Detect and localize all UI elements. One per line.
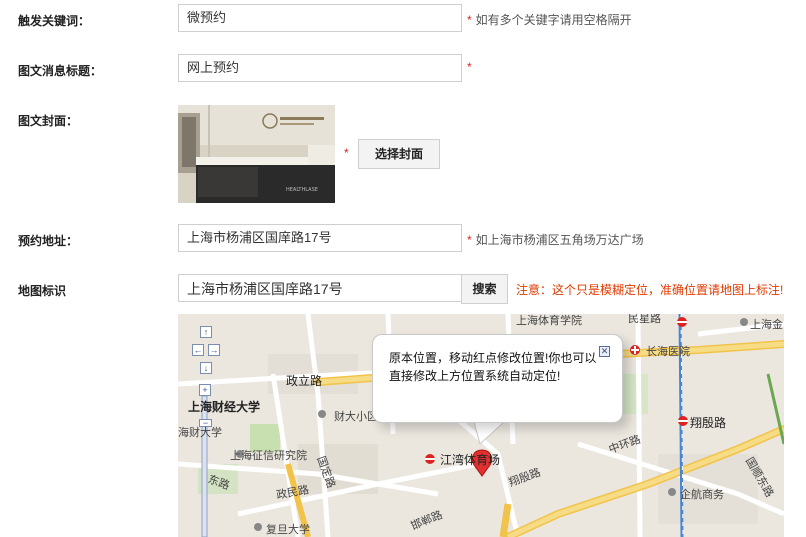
map-label-xiangyin-metro: 翔殷路 <box>690 416 727 430</box>
map-info-popup: 原本位置，移动红点修改位置!你也可以直接修改上方位置系统自动定位! ✕ <box>372 334 623 423</box>
address-label: 预约地址： <box>18 234 79 248</box>
map-label-sports-school: 上海体育学院 <box>516 315 582 327</box>
pan-up-button[interactable]: ↑ <box>200 326 212 338</box>
map-label-jiangwan: 江湾体育场 <box>440 453 501 467</box>
required-mark: * <box>467 60 472 74</box>
map-label-shangjin: 上海金 <box>750 319 783 331</box>
cover-logo-text: HEALTHLASE <box>286 187 318 193</box>
required-mark: * <box>344 146 349 160</box>
map-marker-label: 地图标识 <box>18 284 67 298</box>
choose-cover-button[interactable]: 选择封面 <box>358 139 440 169</box>
map-notice: 注意：这个只是模糊定位，准确位置请地图上标注! <box>516 283 784 297</box>
pan-down-button[interactable]: ↓ <box>200 362 212 374</box>
title-required: * <box>467 60 476 74</box>
keyword-label: 触发关键词： <box>18 14 91 28</box>
address-input[interactable]: 上海市杨浦区国庠路17号 <box>178 224 462 252</box>
cover-required: * <box>344 146 353 160</box>
pan-left-button[interactable]: ← <box>192 344 204 356</box>
keyword-hint: * 如有多个关键字请用空格隔开 <box>467 11 632 28</box>
map-label-credit: 上海征信研究院 <box>230 450 307 462</box>
map-label-qihang: 企航商务 <box>680 489 724 501</box>
popup-tail <box>473 420 506 445</box>
title-input[interactable]: 网上预约 <box>178 54 462 82</box>
map-label-university: 上海财经大学 <box>188 400 261 414</box>
map-search-button[interactable]: 搜索 <box>461 274 508 304</box>
address-hint-text: 如上海市杨浦区五角场万达广场 <box>475 233 644 247</box>
required-mark: * <box>467 13 472 27</box>
map-label-changhai: 长海医院 <box>646 346 690 358</box>
cover-image: HEALTHLASE <box>178 105 335 203</box>
map-label-haicai: 海财大学 <box>178 427 222 439</box>
map-label-fudan: 复旦大学 <box>266 524 310 536</box>
close-icon[interactable]: ✕ <box>599 346 610 357</box>
keyword-input[interactable]: 微预约 <box>178 4 462 32</box>
required-mark: * <box>467 233 472 247</box>
map-search-input[interactable]: 上海市杨浦区国庠路17号 <box>178 274 462 302</box>
cover-label: 图文封面： <box>18 114 79 128</box>
map-label-minxing: 民星路 <box>628 314 661 325</box>
pan-right-button[interactable]: → <box>208 344 220 356</box>
title-label: 图文消息标题： <box>18 64 103 78</box>
map-label-zhengli: 政立路 <box>286 374 323 388</box>
keyword-hint-text: 如有多个关键字请用空格隔开 <box>475 13 632 27</box>
address-hint: * 如上海市杨浦区五角场万达广场 <box>467 231 644 248</box>
popup-message: 原本位置，移动红点修改位置!你也可以直接修改上方位置系统自动定位! <box>389 351 597 383</box>
zoom-in-button[interactable]: + <box>199 384 211 396</box>
